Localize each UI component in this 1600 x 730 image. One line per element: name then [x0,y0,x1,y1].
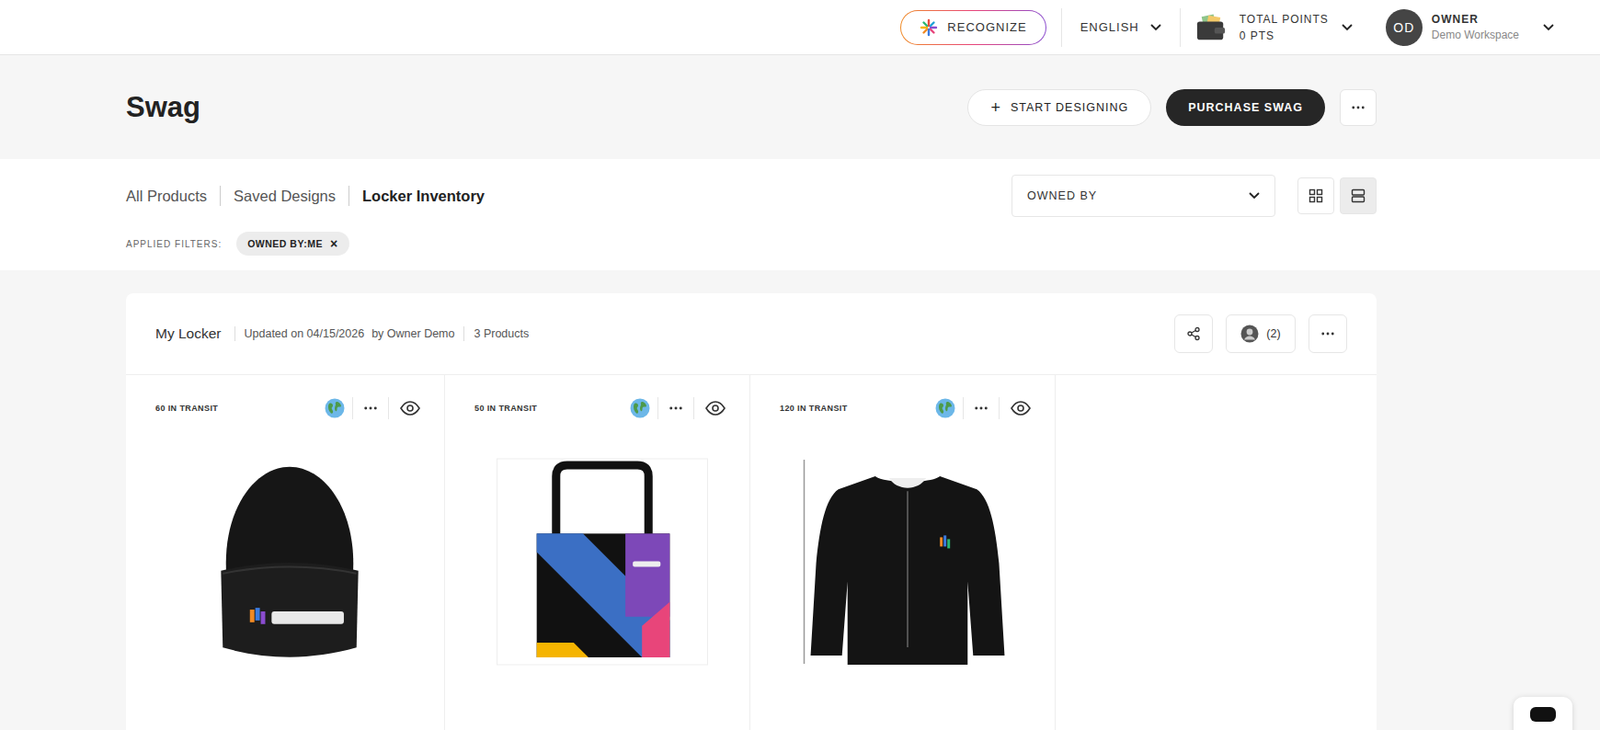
eye-icon [1010,400,1031,416]
chevron-down-icon [1150,23,1162,32]
tab-divider [219,185,221,206]
empty-slot [1055,375,1377,730]
beanie-image-icon [182,457,397,666]
more-dots-icon [1351,105,1365,110]
list-icon [1350,188,1366,204]
user-menu[interactable]: ODOWNERDemo Workspace [1385,9,1555,46]
page-header: Swag +START DESIGNING PURCHASE SWAG [0,55,1600,160]
user-icon [1240,324,1259,343]
product-card[interactable]: 50 IN TRANSIT [445,375,751,730]
product-card[interactable]: 60 IN TRANSIT [125,375,446,730]
filter-chip[interactable]: OWNED BY:ME× [236,231,349,256]
swag-page: RECOGNIZE ENGLISH TOTAL POINTS0 PTS ODOWNER… [0,0,1600,730]
chat-widget[interactable] [1513,697,1573,730]
jacket-image-icon [800,457,1015,666]
chat-bubble-icon [1529,706,1557,725]
product-status: 120 IN TRANSIT [779,403,848,413]
top-bar: RECOGNIZE ENGLISH TOTAL POINTS0 PTS ODOWNER… [0,0,1600,56]
preview-button[interactable] [701,397,730,420]
eye-icon [705,400,726,416]
more-dots-icon [974,406,988,411]
more-dots-icon [669,406,683,411]
globe-icon [629,398,651,419]
chevron-down-icon [1248,192,1260,200]
divider [1179,8,1181,47]
applied-filters: APPLIED FILTERS:OWNED BY:ME× [125,231,1377,256]
points-menu[interactable]: TOTAL POINTS0 PTS [1195,12,1353,43]
owned-by-dropdown[interactable]: OWNED BY [1011,174,1276,218]
globe-icon [935,398,956,419]
product-card[interactable]: 120 IN TRANSIT [750,375,1056,730]
locker-card: My LockerUpdated on 04/15/2026by Owner D… [125,293,1377,730]
divider [1061,8,1063,47]
locker-more-button[interactable] [1308,314,1348,354]
locker-name: My Locker [155,325,222,343]
chevron-down-icon [1341,23,1353,32]
start-designing-button[interactable]: +START DESIGNING [967,89,1152,126]
members-button[interactable]: (2) [1225,314,1296,354]
language-select[interactable]: ENGLISH [1076,20,1166,35]
page-title: Swag [125,91,201,125]
more-dots-icon [364,406,378,411]
tab-bar: All Products Saved Designs Locker Inventor… [0,159,1600,271]
more-dots-icon [1321,331,1335,336]
tab[interactable]: Locker Inventory [362,183,485,209]
recognize-spark-icon [919,18,938,37]
recognize-button[interactable]: RECOGNIZE [900,10,1046,46]
list-view-button[interactable] [1339,177,1377,215]
user-avatar: OD [1385,9,1423,46]
product-status: 50 IN TRANSIT [474,403,538,413]
product-more-button[interactable] [360,402,381,414]
tab[interactable]: Saved Designs [233,183,336,209]
purchase-swag-button[interactable]: PURCHASE SWAG [1165,89,1326,126]
chevron-down-icon [1542,23,1555,32]
wallet-icon [1195,12,1227,43]
globe-icon [324,398,345,419]
remove-filter-icon[interactable]: × [330,237,339,251]
share-button[interactable] [1174,314,1213,354]
share-icon [1186,326,1201,342]
grid-view-button[interactable] [1297,177,1335,215]
tab[interactable]: All Products [125,183,207,209]
product-more-button[interactable] [971,402,992,414]
tote-image-icon [495,457,709,666]
more-button[interactable] [1339,89,1377,126]
eye-icon [400,400,421,416]
grid-icon [1308,188,1324,204]
preview-button[interactable] [396,397,424,420]
product-status: 60 IN TRANSIT [155,403,218,413]
tab-divider [348,185,350,206]
locker-area: My LockerUpdated on 04/15/2026by Owner D… [0,270,1600,730]
preview-button[interactable] [1006,397,1035,420]
product-more-button[interactable] [665,402,686,414]
